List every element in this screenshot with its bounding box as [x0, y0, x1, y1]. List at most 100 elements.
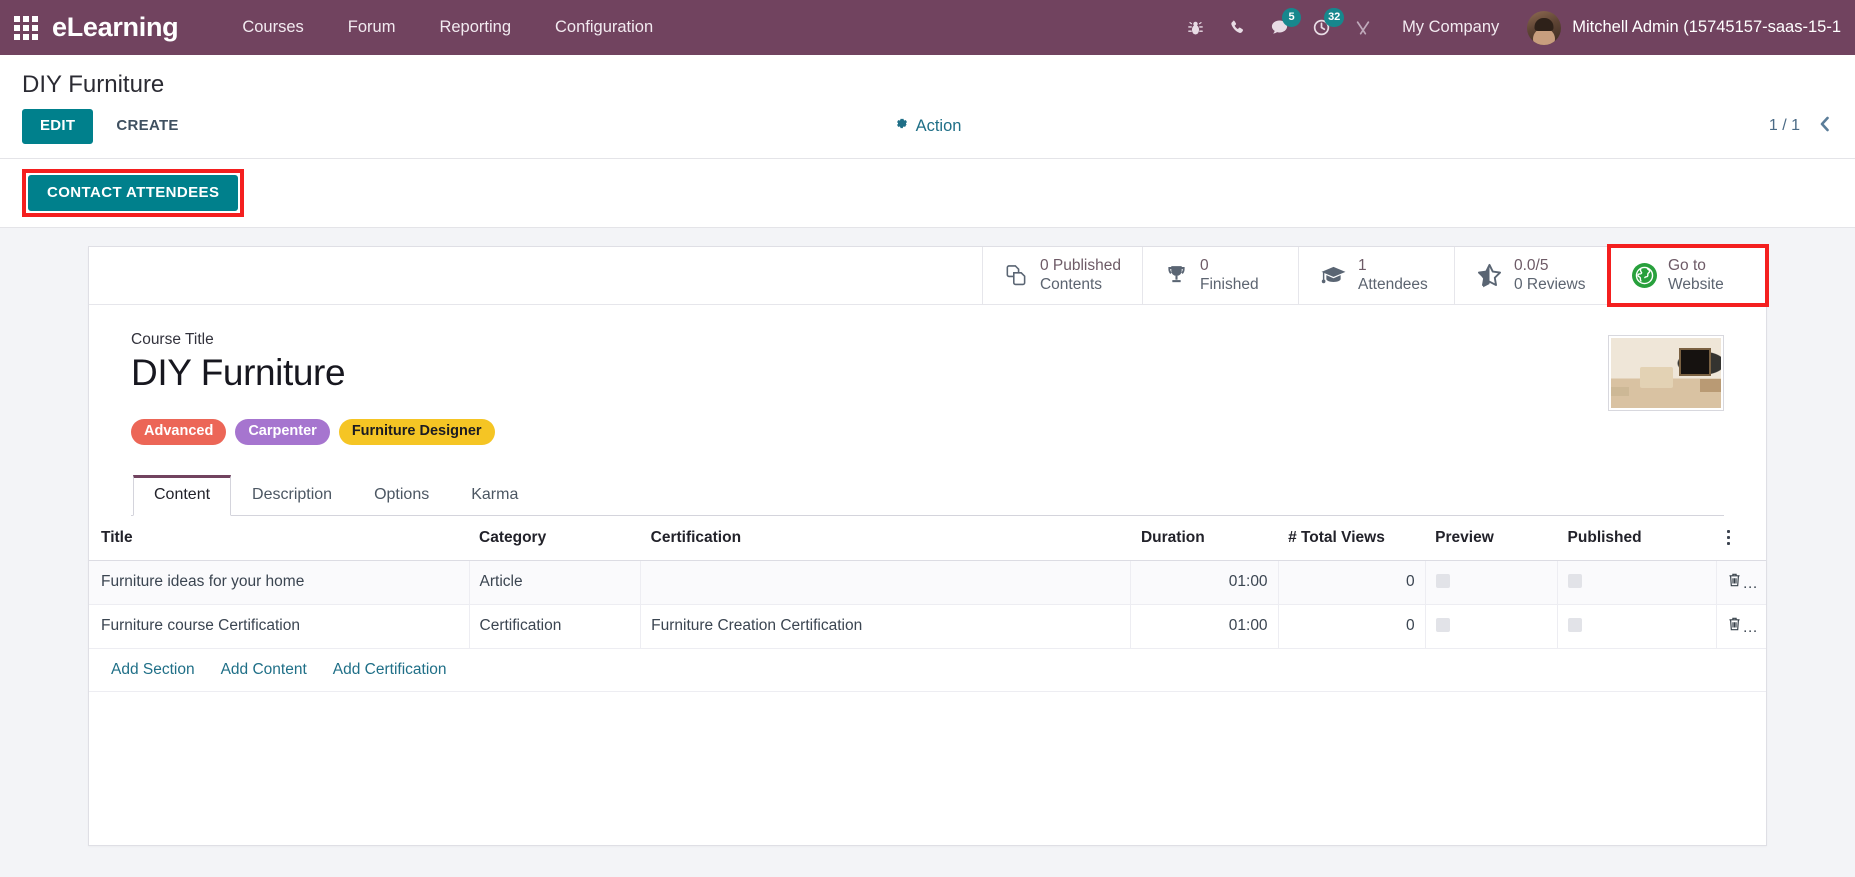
- menu-configuration[interactable]: Configuration: [533, 0, 675, 55]
- app-brand-title[interactable]: eLearning: [52, 12, 179, 43]
- notebook-tabs: Content Description Options Karma: [131, 474, 1724, 516]
- trash-icon[interactable]: [1727, 617, 1746, 636]
- phone-icon[interactable]: [1216, 0, 1258, 55]
- stat-label: Finished: [1200, 275, 1259, 293]
- cell-duration[interactable]: 01:00: [1130, 604, 1279, 649]
- contact-attendees-button[interactable]: CONTACT ATTENDEES: [28, 174, 239, 211]
- stat-label: Contents: [1039, 275, 1103, 293]
- add-certification-link[interactable]: Add Certification: [333, 661, 447, 679]
- chevron-left-icon[interactable]: [1816, 114, 1833, 138]
- cell-preview[interactable]: [1425, 560, 1559, 605]
- tools-wrench-icon[interactable]: [1342, 0, 1384, 55]
- stat-value: 1: [1358, 257, 1367, 275]
- cell-certification[interactable]: [640, 560, 1132, 605]
- col-header-certification[interactable]: Certification: [640, 515, 1131, 561]
- course-cover-image[interactable]: [1608, 335, 1724, 411]
- stat-reviews[interactable]: 0.0/5 0 Reviews: [1454, 247, 1610, 304]
- top-navbar: eLearning Courses Forum Reporting Config…: [0, 0, 1855, 55]
- stat-value: 0.0/5: [1514, 257, 1549, 275]
- menu-forum[interactable]: Forum: [326, 0, 418, 55]
- col-header-total-views[interactable]: # Total Views: [1278, 515, 1426, 561]
- stat-button-box: 0 Published Contents 0 Finished 1 Attend…: [89, 244, 1769, 307]
- col-header-title[interactable]: Title: [89, 515, 470, 561]
- form-background: 0 Published Contents 0 Finished 1 Attend…: [0, 228, 1855, 877]
- cell-category[interactable]: Certification: [469, 604, 642, 649]
- bug-icon[interactable]: [1174, 0, 1216, 55]
- add-content-link[interactable]: Add Content: [221, 661, 307, 679]
- stat-attendees[interactable]: 1 Attendees: [1298, 247, 1454, 304]
- cell-total-views[interactable]: 0: [1278, 560, 1426, 605]
- tag-furniture-designer[interactable]: Furniture Designer: [338, 418, 495, 445]
- tab-description[interactable]: Description: [231, 475, 353, 516]
- trophy-icon: [1164, 263, 1189, 288]
- course-tags: Advanced Carpenter Furniture Designer: [131, 418, 1608, 445]
- stat-label: Attendees: [1358, 275, 1428, 293]
- gear-icon: [894, 116, 909, 136]
- menu-reporting[interactable]: Reporting: [417, 0, 533, 55]
- content-table: Title Category Certification Duration # …: [89, 515, 1766, 692]
- col-header-preview[interactable]: Preview: [1425, 515, 1558, 561]
- user-menu[interactable]: Mitchell Admin (15745157-saas-15-1: [1517, 10, 1841, 45]
- cell-total-views[interactable]: 0: [1278, 604, 1426, 649]
- company-switcher[interactable]: My Company: [1384, 18, 1517, 37]
- add-section-link[interactable]: Add Section: [111, 661, 195, 679]
- menu-courses[interactable]: Courses: [220, 0, 325, 55]
- tag-carpenter[interactable]: Carpenter: [235, 418, 330, 445]
- course-title-field-label: Course Title: [131, 331, 214, 348]
- cell-title[interactable]: Furniture course Certification: [89, 604, 470, 649]
- stat-go-to-website[interactable]: Go to Website: [1607, 244, 1769, 307]
- user-name-label: Mitchell Admin (15745157-saas-15-1: [1572, 18, 1841, 36]
- copy-contents-icon: [1004, 263, 1029, 288]
- stat-value: 0: [1200, 257, 1209, 275]
- published-checkbox[interactable]: [1568, 574, 1583, 589]
- preview-checkbox[interactable]: [1435, 618, 1450, 633]
- tab-karma[interactable]: Karma: [450, 475, 539, 516]
- cell-title[interactable]: Furniture ideas for your home: [89, 560, 470, 605]
- tag-advanced[interactable]: Advanced: [131, 418, 227, 445]
- cell-published[interactable]: [1557, 560, 1718, 605]
- table-empty-space: [89, 691, 1766, 804]
- stat-finished[interactable]: 0 Finished: [1142, 247, 1298, 304]
- tab-content[interactable]: Content: [133, 474, 232, 516]
- action-button-bar: CONTACT ATTENDEES: [0, 157, 1855, 228]
- stat-value: Go to: [1668, 257, 1706, 275]
- cell-delete[interactable]: ...: [1716, 604, 1766, 649]
- edit-button[interactable]: EDIT: [22, 109, 94, 144]
- tab-options[interactable]: Options: [353, 475, 450, 516]
- table-row[interactable]: Furniture ideas for your home Article 01…: [89, 560, 1766, 605]
- globe-icon: [1632, 263, 1657, 288]
- col-header-category[interactable]: Category: [469, 515, 641, 561]
- activities-clock-icon[interactable]: 32: [1300, 0, 1345, 55]
- breadcrumb[interactable]: DIY Furniture: [22, 71, 164, 98]
- create-button[interactable]: CREATE: [99, 110, 195, 143]
- trash-icon[interactable]: [1727, 573, 1746, 592]
- cell-duration[interactable]: 01:00: [1130, 560, 1279, 605]
- control-panel: DIY Furniture EDIT CREATE Action 1 / 1: [0, 55, 1855, 158]
- stat-label: 0 Reviews: [1514, 275, 1586, 293]
- course-title-value[interactable]: DIY Furniture: [131, 353, 1608, 393]
- graduation-cap-icon: [1320, 262, 1347, 289]
- form-sheet: 0 Published Contents 0 Finished 1 Attend…: [88, 244, 1769, 846]
- cell-delete[interactable]: ...: [1716, 560, 1766, 605]
- stat-published-contents[interactable]: 0 Published Contents: [981, 247, 1142, 304]
- action-menu-button[interactable]: Action: [894, 116, 961, 136]
- cell-published[interactable]: [1557, 604, 1718, 649]
- col-header-duration[interactable]: Duration: [1130, 515, 1279, 561]
- apps-grid-icon[interactable]: [0, 0, 52, 55]
- pager: 1 / 1: [1769, 114, 1833, 138]
- cell-preview[interactable]: [1425, 604, 1559, 649]
- breadcrumb-row: DIY Furniture: [0, 55, 1855, 103]
- cell-certification[interactable]: Furniture Creation Certification: [640, 604, 1132, 649]
- cell-category[interactable]: Article: [469, 560, 642, 605]
- contact-attendees-highlight: CONTACT ATTENDEES: [22, 168, 245, 217]
- col-header-published[interactable]: Published: [1557, 515, 1717, 561]
- optional-columns-dropdown[interactable]: [1716, 515, 1766, 561]
- messages-badge: 5: [1282, 8, 1302, 27]
- table-row[interactable]: Furniture course Certification Certifica…: [89, 604, 1766, 649]
- course-header: Course Title DIY Furniture Advanced Carp…: [89, 305, 1766, 445]
- published-checkbox[interactable]: [1568, 618, 1583, 633]
- preview-checkbox[interactable]: [1435, 574, 1450, 589]
- messages-icon[interactable]: 5: [1258, 0, 1302, 55]
- stat-value: 0 Published: [1039, 257, 1121, 275]
- pager-value[interactable]: 1 / 1: [1769, 117, 1800, 135]
